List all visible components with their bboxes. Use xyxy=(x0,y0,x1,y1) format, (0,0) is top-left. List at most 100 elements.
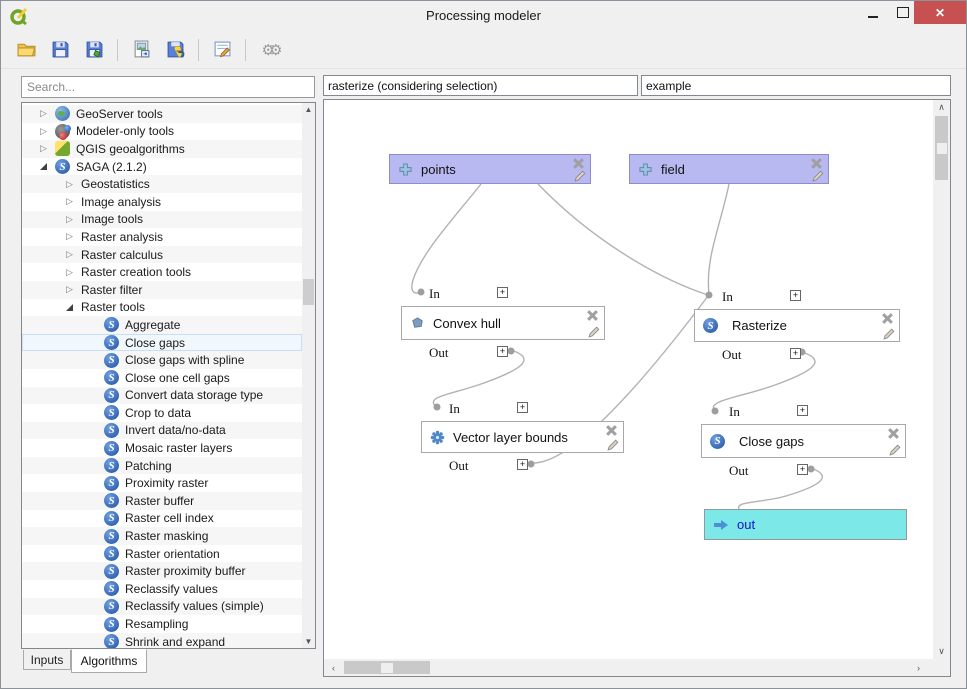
tree-item[interactable]: Raster buffer xyxy=(22,492,302,510)
tree-item[interactable]: Close gaps xyxy=(22,334,302,352)
model-input-field[interactable]: field xyxy=(629,154,829,184)
save-as-python-script-button[interactable] xyxy=(160,35,190,65)
edit-pencil-icon[interactable] xyxy=(588,325,601,338)
tree-item[interactable]: Image analysis xyxy=(22,193,302,211)
delete-icon[interactable] xyxy=(887,427,900,439)
minimize-button[interactable] xyxy=(858,1,888,24)
tree-scrollbar[interactable]: ▲ ▼ xyxy=(302,103,315,648)
export-as-image-button[interactable] xyxy=(126,35,156,65)
tree-scrollbar-thumb[interactable] xyxy=(303,279,314,305)
algo-box[interactable]: Vector layer bounds xyxy=(421,421,624,453)
tree-item[interactable]: Raster tools xyxy=(22,299,302,317)
in-row: In + xyxy=(701,403,906,419)
tree-item[interactable]: Aggregate xyxy=(22,316,302,334)
scroll-down-icon[interactable]: ▼ xyxy=(302,635,315,648)
algo-box[interactable]: Close gaps xyxy=(701,424,906,458)
edit-pencil-icon[interactable] xyxy=(607,438,620,451)
expand-arrow-icon[interactable] xyxy=(40,143,55,154)
expand-arrow-icon[interactable] xyxy=(66,284,81,295)
model-input-points[interactable]: points xyxy=(389,154,591,184)
tree-item[interactable]: Raster analysis xyxy=(22,228,302,246)
tree-item[interactable]: Raster cell index xyxy=(22,510,302,528)
tree-item[interactable]: QGIS geoalgorithms xyxy=(22,140,302,158)
delete-icon[interactable] xyxy=(605,424,618,436)
edit-pencil-icon[interactable] xyxy=(812,169,825,182)
expand-inputs-button[interactable]: + xyxy=(517,402,528,413)
tree-item[interactable]: Close gaps with spline xyxy=(22,351,302,369)
model-group-input[interactable] xyxy=(641,75,951,96)
save-model-as-button[interactable] xyxy=(79,35,109,65)
expand-arrow-icon[interactable] xyxy=(66,267,81,278)
tab-algorithms[interactable]: Algorithms xyxy=(71,649,147,673)
tree-item[interactable]: Raster proximity buffer xyxy=(22,562,302,580)
expand-arrow-icon[interactable] xyxy=(40,126,55,137)
expand-arrow-icon[interactable] xyxy=(66,179,81,190)
tree-item[interactable]: Raster orientation xyxy=(22,545,302,563)
expand-outputs-button[interactable]: + xyxy=(797,464,808,475)
expand-arrow-icon[interactable] xyxy=(66,304,81,311)
tree-item[interactable]: Invert data/no-data xyxy=(22,422,302,440)
tree-item[interactable]: Proximity raster xyxy=(22,474,302,492)
expand-arrow-icon[interactable] xyxy=(40,108,55,119)
open-model-button[interactable] xyxy=(11,35,41,65)
scroll-left-icon[interactable]: ‹ xyxy=(326,659,341,676)
tab-inputs[interactable]: Inputs xyxy=(23,650,71,670)
canvas-horizontal-scrollbar[interactable]: ‹ › xyxy=(324,659,950,676)
tree-item[interactable]: Convert data storage type xyxy=(22,387,302,405)
tree-item[interactable]: Patching xyxy=(22,457,302,475)
tree-item[interactable]: Shrink and expand xyxy=(22,633,302,649)
tree-item[interactable]: Resampling xyxy=(22,615,302,633)
delete-icon[interactable] xyxy=(586,309,599,321)
scroll-up-icon[interactable]: ▲ xyxy=(302,103,315,116)
expand-inputs-button[interactable]: + xyxy=(790,290,801,301)
expand-outputs-button[interactable]: + xyxy=(790,348,801,359)
tree-item[interactable]: GeoServer tools xyxy=(22,105,302,123)
expand-inputs-button[interactable]: + xyxy=(797,405,808,416)
canvas-vertical-scrollbar[interactable]: ∧ ∨ xyxy=(933,100,950,659)
edit-pencil-icon[interactable] xyxy=(889,443,902,456)
tree-item[interactable]: Mosaic raster layers xyxy=(22,439,302,457)
expand-arrow-icon[interactable] xyxy=(40,163,55,170)
tree-item[interactable]: SAGA (2.1.2) xyxy=(22,158,302,176)
tree-item[interactable]: Reclassify values xyxy=(22,580,302,598)
tree-item[interactable]: Reclassify values (simple) xyxy=(22,598,302,616)
edit-pencil-icon[interactable] xyxy=(883,327,896,340)
tree-item-label: Modeler-only tools xyxy=(76,124,174,138)
expand-arrow-icon[interactable] xyxy=(66,196,81,207)
tree-item[interactable]: Raster filter xyxy=(22,281,302,299)
expand-inputs-button[interactable]: + xyxy=(497,287,508,298)
edit-model-help-button[interactable] xyxy=(207,35,237,65)
expand-arrow-icon[interactable] xyxy=(66,231,81,242)
model-name-input[interactable] xyxy=(323,75,638,96)
scroll-right-icon[interactable]: › xyxy=(911,659,926,676)
search-input[interactable] xyxy=(21,76,315,98)
algo-box[interactable]: Convex hull xyxy=(401,306,605,340)
expand-outputs-button[interactable]: + xyxy=(517,459,528,470)
tree-item[interactable]: Crop to data xyxy=(22,404,302,422)
tree-item[interactable]: Image tools xyxy=(22,211,302,229)
model-canvas[interactable]: points field In + Convex hull xyxy=(323,99,951,677)
tree-item[interactable]: Raster masking xyxy=(22,527,302,545)
model-output-out[interactable]: out xyxy=(704,509,907,540)
algo-box[interactable]: Rasterize xyxy=(694,309,900,342)
save-model-button[interactable] xyxy=(45,35,75,65)
scroll-down-icon[interactable]: ∨ xyxy=(933,644,950,659)
tree-item[interactable]: Geostatistics xyxy=(22,175,302,193)
delete-icon[interactable] xyxy=(810,157,823,169)
expand-outputs-button[interactable]: + xyxy=(497,346,508,357)
delete-icon[interactable] xyxy=(881,312,894,324)
scroll-up-icon[interactable]: ∧ xyxy=(933,100,950,115)
tree-item[interactable]: Raster creation tools xyxy=(22,263,302,281)
close-button[interactable]: ✕ xyxy=(914,1,966,24)
tree-item[interactable]: Modeler-only tools xyxy=(22,123,302,141)
tree-item[interactable]: Close one cell gaps xyxy=(22,369,302,387)
delete-icon[interactable] xyxy=(572,157,585,169)
vertical-scrollbar-thumb[interactable] xyxy=(935,116,948,180)
expand-arrow-icon[interactable] xyxy=(66,249,81,260)
tree-item[interactable]: Raster calculus xyxy=(22,246,302,264)
expand-arrow-icon[interactable] xyxy=(66,214,81,225)
run-model-button[interactable]: ⚙⚙ xyxy=(254,35,284,65)
horizontal-scrollbar-thumb[interactable] xyxy=(344,661,430,674)
edit-pencil-icon[interactable] xyxy=(574,169,587,182)
tree-item-icon xyxy=(104,529,119,544)
